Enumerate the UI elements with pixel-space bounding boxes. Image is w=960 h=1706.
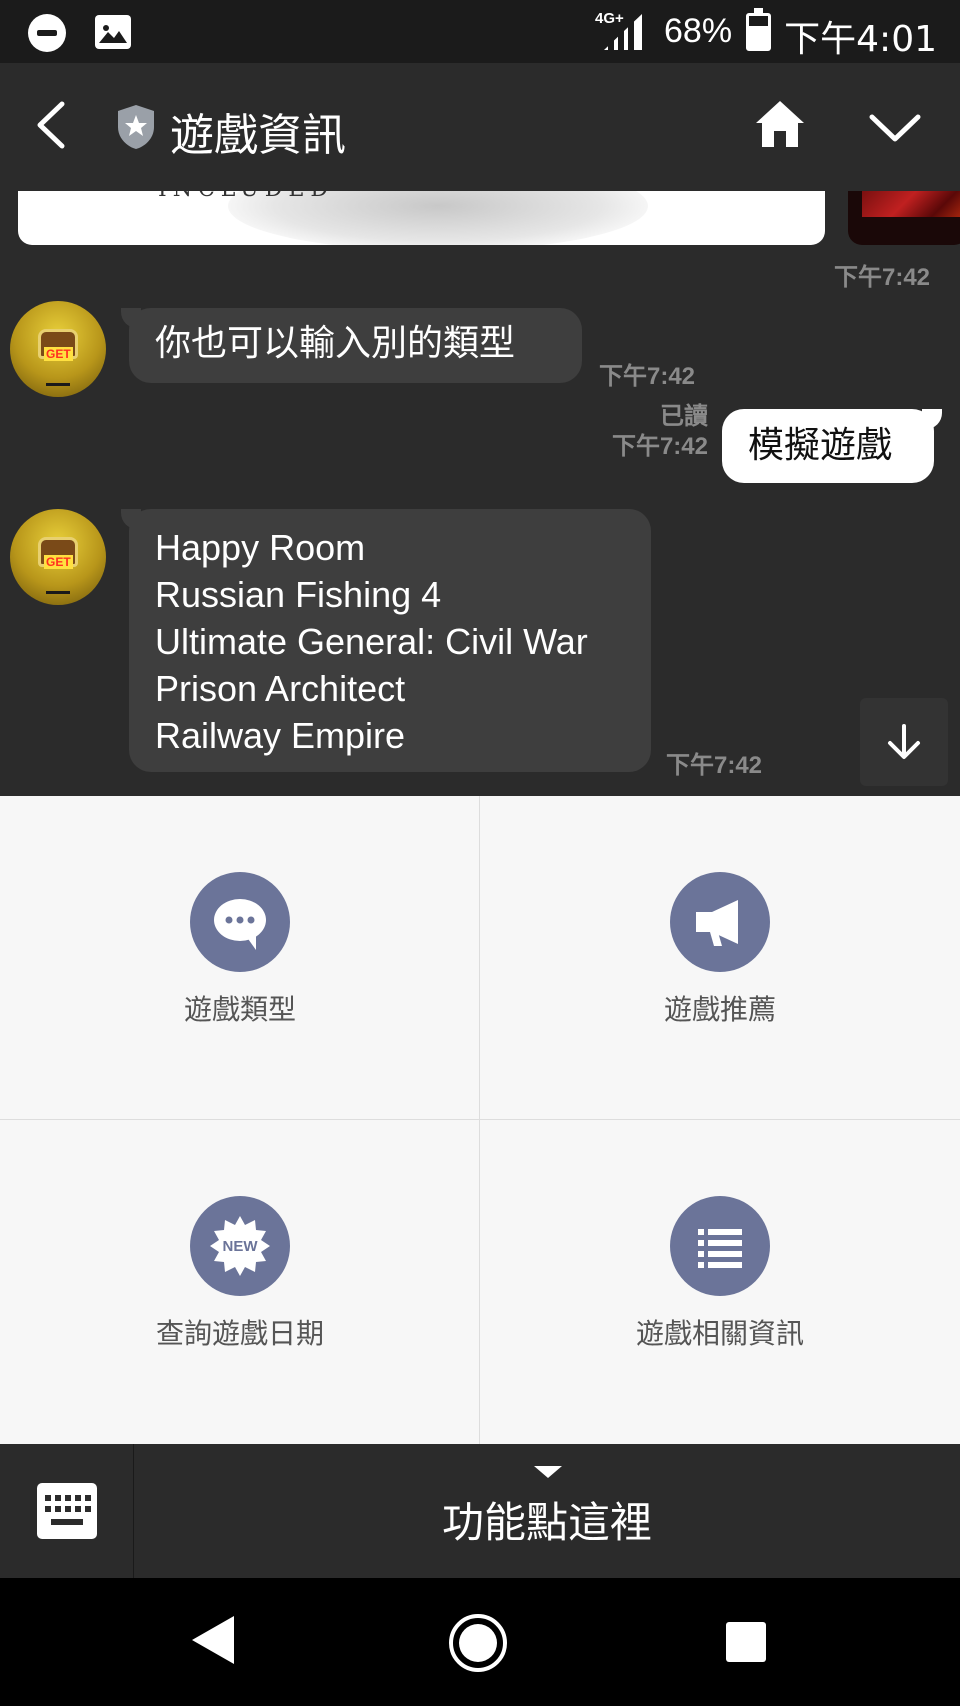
- nav-recents-icon[interactable]: [726, 1622, 766, 1662]
- incoming-message-bubble[interactable]: Happy Room Russian Fishing 4 Ultimate Ge…: [121, 509, 651, 772]
- chat-area[interactable]: INCLUDED 下午7:42 GET 你也可以輸入別的類型 下午7:42 已讀…: [0, 191, 960, 796]
- battery-percent: 68%: [664, 12, 733, 50]
- list-item: Railway Empire: [155, 715, 406, 756]
- official-shield-icon: [118, 105, 154, 149]
- menu-item-game-info[interactable]: 遊戲相關資訊: [480, 1120, 960, 1444]
- game-list: Happy Room Russian Fishing 4 Ultimate Ge…: [155, 524, 588, 759]
- back-icon[interactable]: [32, 98, 72, 152]
- rich-menu: 遊戲類型 遊戲推薦 NEW 查詢遊戲日期 遊戲相關資訊: [0, 796, 960, 1444]
- keyboard-icon: [37, 1483, 97, 1539]
- nav-home-icon[interactable]: [449, 1614, 507, 1672]
- status-clock: 下午4:01: [784, 19, 937, 60]
- caret-down-icon[interactable]: [534, 1466, 562, 1478]
- image-message-thumbnail[interactable]: [848, 191, 960, 245]
- message-time: 下午7:42: [834, 264, 931, 291]
- bot-avatar[interactable]: GET: [10, 509, 106, 605]
- bottom-bar: 功能點這裡: [0, 1444, 960, 1578]
- outgoing-message-bubble[interactable]: 模擬遊戲: [722, 409, 942, 483]
- read-receipt: 已讀 下午7:42: [611, 403, 708, 460]
- bot-avatar[interactable]: GET: [10, 301, 106, 397]
- menu-item-label: 遊戲相關資訊: [635, 1317, 804, 1350]
- signal-icon: [604, 14, 642, 50]
- menu-item-game-recommend[interactable]: 遊戲推薦: [480, 796, 960, 1120]
- list-item: Happy Room: [155, 527, 366, 568]
- megaphone-icon: [670, 872, 770, 972]
- menu-toggle-button[interactable]: 功能點這裡: [134, 1489, 960, 1550]
- incoming-message-bubble[interactable]: 你也可以輸入別的類型: [121, 308, 582, 383]
- scroll-to-bottom-button[interactable]: [860, 698, 948, 786]
- arrow-down-icon: [888, 724, 920, 759]
- chat-bubble-icon: [190, 872, 290, 972]
- keyboard-toggle-button[interactable]: [0, 1444, 134, 1578]
- message-text: 你也可以輸入別的類型: [155, 323, 516, 364]
- avatar-get-label: GET: [44, 347, 73, 361]
- list-item: Prison Architect: [155, 668, 406, 709]
- home-icon[interactable]: [754, 99, 806, 149]
- message-time: 下午7:42: [599, 363, 696, 390]
- do-not-disturb-icon: [28, 14, 66, 52]
- menu-item-label: 遊戲推薦: [663, 993, 776, 1026]
- new-badge-icon: NEW: [190, 1196, 290, 1296]
- image-message[interactable]: INCLUDED: [18, 191, 825, 245]
- svg-text:NEW: NEW: [223, 1238, 259, 1255]
- menu-item-label: 遊戲類型: [183, 993, 296, 1026]
- chat-header: 遊戲資訊: [0, 63, 960, 191]
- avatar-get-label: GET: [44, 555, 73, 569]
- image-caption: INCLUDED: [158, 191, 334, 202]
- chevron-down-icon[interactable]: [868, 111, 922, 145]
- list-icon: [670, 1196, 770, 1296]
- status-bar: 4G+ 68% 下午4:01: [0, 0, 960, 63]
- list-item: Ultimate General: Civil War: [155, 621, 588, 662]
- message-time: 下午7:42: [666, 752, 763, 779]
- list-item: Russian Fishing 4: [155, 574, 442, 615]
- message-text: 模擬遊戲: [748, 425, 893, 466]
- image-notification-icon: [95, 15, 131, 49]
- page-title: 遊戲資訊: [170, 110, 346, 161]
- menu-item-game-type[interactable]: 遊戲類型: [0, 796, 480, 1120]
- battery-icon: [746, 8, 771, 51]
- system-nav-bar: [0, 1578, 960, 1706]
- menu-item-game-date[interactable]: NEW 查詢遊戲日期: [0, 1120, 480, 1444]
- nav-back-icon[interactable]: [190, 1614, 236, 1666]
- menu-item-label: 查詢遊戲日期: [155, 1317, 324, 1350]
